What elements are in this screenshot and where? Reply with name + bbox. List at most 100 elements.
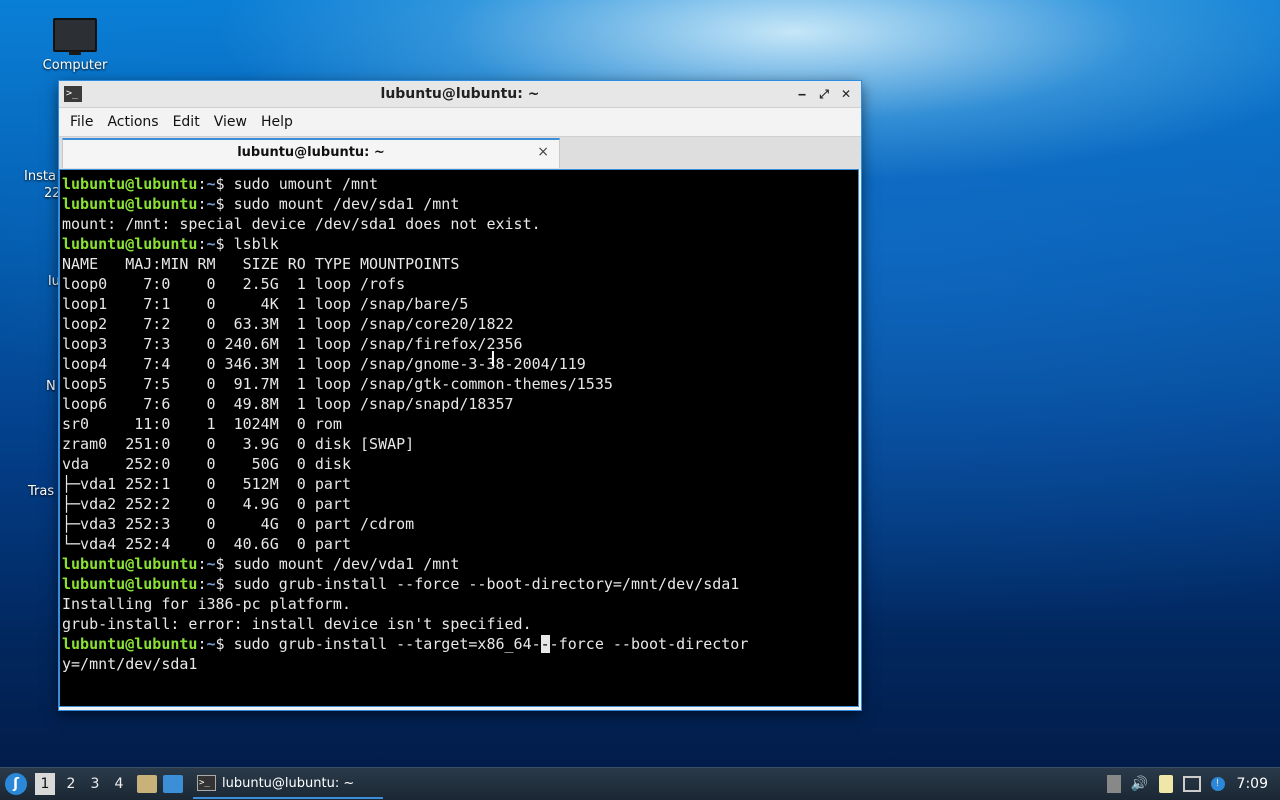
prompt-end: $ (215, 575, 234, 593)
computer-icon (53, 18, 97, 55)
command-text: sudo grub-install --force --boot-directo… (233, 575, 740, 593)
prompt-path: ~ (206, 555, 216, 573)
terminal-line: loop3 7:3 0 240.6M 1 loop /snap/firefox/… (62, 334, 858, 354)
terminal-line: Installing for i386-pc platform. (62, 594, 858, 614)
menu-help[interactable]: Help (254, 108, 300, 136)
desktop-partial-label-n: N (46, 379, 56, 394)
close-button[interactable]: ✕ (837, 85, 855, 103)
workspace-1[interactable]: 1 (35, 773, 55, 795)
terminal-line: ├─vda2 252:2 0 4.9G 0 part (62, 494, 858, 514)
output-text: sr0 11:0 1 1024M 0 rom (62, 415, 342, 433)
menu-view[interactable]: View (207, 108, 254, 136)
menu-edit[interactable]: Edit (166, 108, 207, 136)
terminal-line: mount: /mnt: special device /dev/sda1 do… (62, 214, 858, 234)
prompt-separator: : (197, 555, 207, 573)
text-cursor: - (540, 635, 550, 653)
prompt-path: ~ (206, 195, 216, 213)
menu-file[interactable]: File (63, 108, 100, 136)
prompt-user: lubuntu@lubuntu (62, 575, 198, 593)
prompt-separator: : (197, 575, 207, 593)
terminal-line: sr0 11:0 1 1024M 0 rom (62, 414, 858, 434)
terminal-line: lubuntu@lubuntu:~$ sudo umount /mnt (62, 174, 858, 194)
maximize-button[interactable]: ⤢ (815, 85, 833, 103)
volume-icon[interactable]: 🔊 (1131, 775, 1149, 793)
command-text: sudo umount /mnt (233, 175, 379, 193)
output-text: loop2 7:2 0 63.3M 1 loop /snap/core20/18… (62, 315, 514, 333)
output-text: ├─vda1 252:1 0 512M 0 part (62, 475, 351, 493)
output-text: loop0 7:0 0 2.5G 1 loop /rofs (62, 275, 406, 293)
file-manager-icon[interactable] (137, 775, 157, 793)
output-text: loop1 7:1 0 4K 1 loop /snap/bare/5 (62, 295, 469, 313)
output-text: NAME MAJ:MIN RM SIZE RO TYPE MOUNTPOINTS (62, 255, 460, 273)
output-text: loop4 7:4 0 346.3M 1 loop /snap/gnome-3-… (62, 355, 586, 373)
terminal-line: NAME MAJ:MIN RM SIZE RO TYPE MOUNTPOINTS (62, 254, 858, 274)
terminal-line: vda 252:0 0 50G 0 disk (62, 454, 858, 474)
prompt-end: $ (215, 555, 234, 573)
terminal-line: loop2 7:2 0 63.3M 1 loop /snap/core20/18… (62, 314, 858, 334)
taskbar: ʃ 1 2 3 4 >_ lubuntu@lubuntu: ~ 🔊 ! 7:09 (0, 767, 1280, 800)
terminal-line: lubuntu@lubuntu:~$ lsblk (62, 234, 858, 254)
prompt-user: lubuntu@lubuntu (62, 235, 198, 253)
output-text: mount: /mnt: special device /dev/sda1 do… (62, 215, 541, 233)
prompt-separator: : (197, 195, 207, 213)
network-icon[interactable] (1106, 775, 1121, 793)
terminal-line: loop1 7:1 0 4K 1 loop /snap/bare/5 (62, 294, 858, 314)
terminal-line: loop5 7:5 0 91.7M 1 loop /snap/gtk-commo… (62, 374, 858, 394)
minimize-button[interactable]: ‒ (793, 85, 811, 103)
terminal-line: lubuntu@lubuntu:~$ sudo grub-install --f… (62, 574, 858, 594)
prompt-path: ~ (206, 175, 216, 193)
prompt-user: lubuntu@lubuntu (62, 635, 198, 653)
workspace-4[interactable]: 4 (107, 771, 131, 797)
window-titlebar[interactable]: >_ lubuntu@lubuntu: ~ ‒ ⤢ ✕ (59, 81, 861, 108)
terminal-line: loop4 7:4 0 346.3M 1 loop /snap/gnome-3-… (62, 354, 858, 374)
terminal-line: loop6 7:6 0 49.8M 1 loop /snap/snapd/183… (62, 394, 858, 414)
terminal-output[interactable]: lubuntu@lubuntu:~$ sudo umount /mnt lubun… (59, 169, 859, 707)
command-text: -force --boot-director (549, 635, 749, 653)
prompt-end: $ (215, 235, 234, 253)
terminal-tab[interactable]: lubuntu@lubuntu: ~ × (62, 138, 560, 168)
command-text: sudo grub-install --target=x86_64- (233, 635, 541, 653)
clock[interactable]: 7:09 (1237, 776, 1268, 792)
prompt-user: lubuntu@lubuntu (62, 195, 198, 213)
task-terminal[interactable]: >_ lubuntu@lubuntu: ~ (193, 769, 383, 799)
window-title: lubuntu@lubuntu: ~ (380, 86, 540, 102)
desktop-icon-label: Computer (42, 58, 108, 73)
desktop-icon-computer[interactable]: Computer (38, 18, 112, 73)
terminal-window[interactable]: >_ lubuntu@lubuntu: ~ ‒ ⤢ ✕ File Actions… (59, 81, 861, 710)
tab-label: lubuntu@lubuntu: ~ (237, 145, 385, 160)
terminal-line: ├─vda3 252:3 0 4G 0 part /cdrom (62, 514, 858, 534)
output-text: ├─vda2 252:2 0 4.9G 0 part (62, 495, 351, 513)
menu-actions[interactable]: Actions (100, 108, 165, 136)
show-desktop-icon[interactable] (163, 775, 183, 793)
output-text: └─vda4 252:4 0 40.6G 0 part (62, 535, 351, 553)
workspace-2[interactable]: 2 (59, 771, 83, 797)
output-text: loop6 7:6 0 49.8M 1 loop /snap/snapd/183… (62, 395, 514, 413)
lubuntu-logo-icon[interactable]: ʃ (5, 773, 27, 795)
tab-close-icon[interactable]: × (537, 144, 549, 160)
terminal-line: y=/mnt/dev/sda1 (62, 654, 858, 674)
output-text: zram0 251:0 0 3.9G 0 disk [SWAP] (62, 435, 415, 453)
command-text: sudo mount /dev/vda1 /mnt (233, 555, 460, 573)
notification-icon[interactable]: ! (1210, 777, 1225, 791)
terminal-line: zram0 251:0 0 3.9G 0 disk [SWAP] (62, 434, 858, 454)
desktop-partial-label-installer: Insta (24, 169, 56, 184)
ibeam-cursor-icon: I (490, 347, 496, 371)
menu-bar: File Actions Edit View Help (59, 108, 861, 136)
prompt-end: $ (215, 635, 234, 653)
terminal-line: grub-install: error: install device isn'… (62, 614, 858, 634)
prompt-end: $ (215, 175, 234, 193)
prompt-path: ~ (206, 575, 216, 593)
tab-bar: lubuntu@lubuntu: ~ × (59, 136, 861, 169)
terminal-line: └─vda4 252:4 0 40.6G 0 part (62, 534, 858, 554)
terminal-line: lubuntu@lubuntu:~$ sudo mount /dev/sda1 … (62, 194, 858, 214)
desktop-partial-label-trash: Tras (28, 484, 55, 499)
workspace-3[interactable]: 3 (83, 771, 107, 797)
display-icon[interactable] (1182, 776, 1201, 792)
output-text: vda 252:0 0 50G 0 disk (62, 455, 351, 473)
output-text: ├─vda3 252:3 0 4G 0 part /cdrom (62, 515, 415, 533)
prompt-separator: : (197, 235, 207, 253)
clipboard-icon[interactable] (1158, 775, 1173, 793)
terminal-line: ├─vda1 252:1 0 512M 0 part (62, 474, 858, 494)
prompt-user: lubuntu@lubuntu (62, 175, 198, 193)
task-label: lubuntu@lubuntu: ~ (222, 775, 355, 791)
